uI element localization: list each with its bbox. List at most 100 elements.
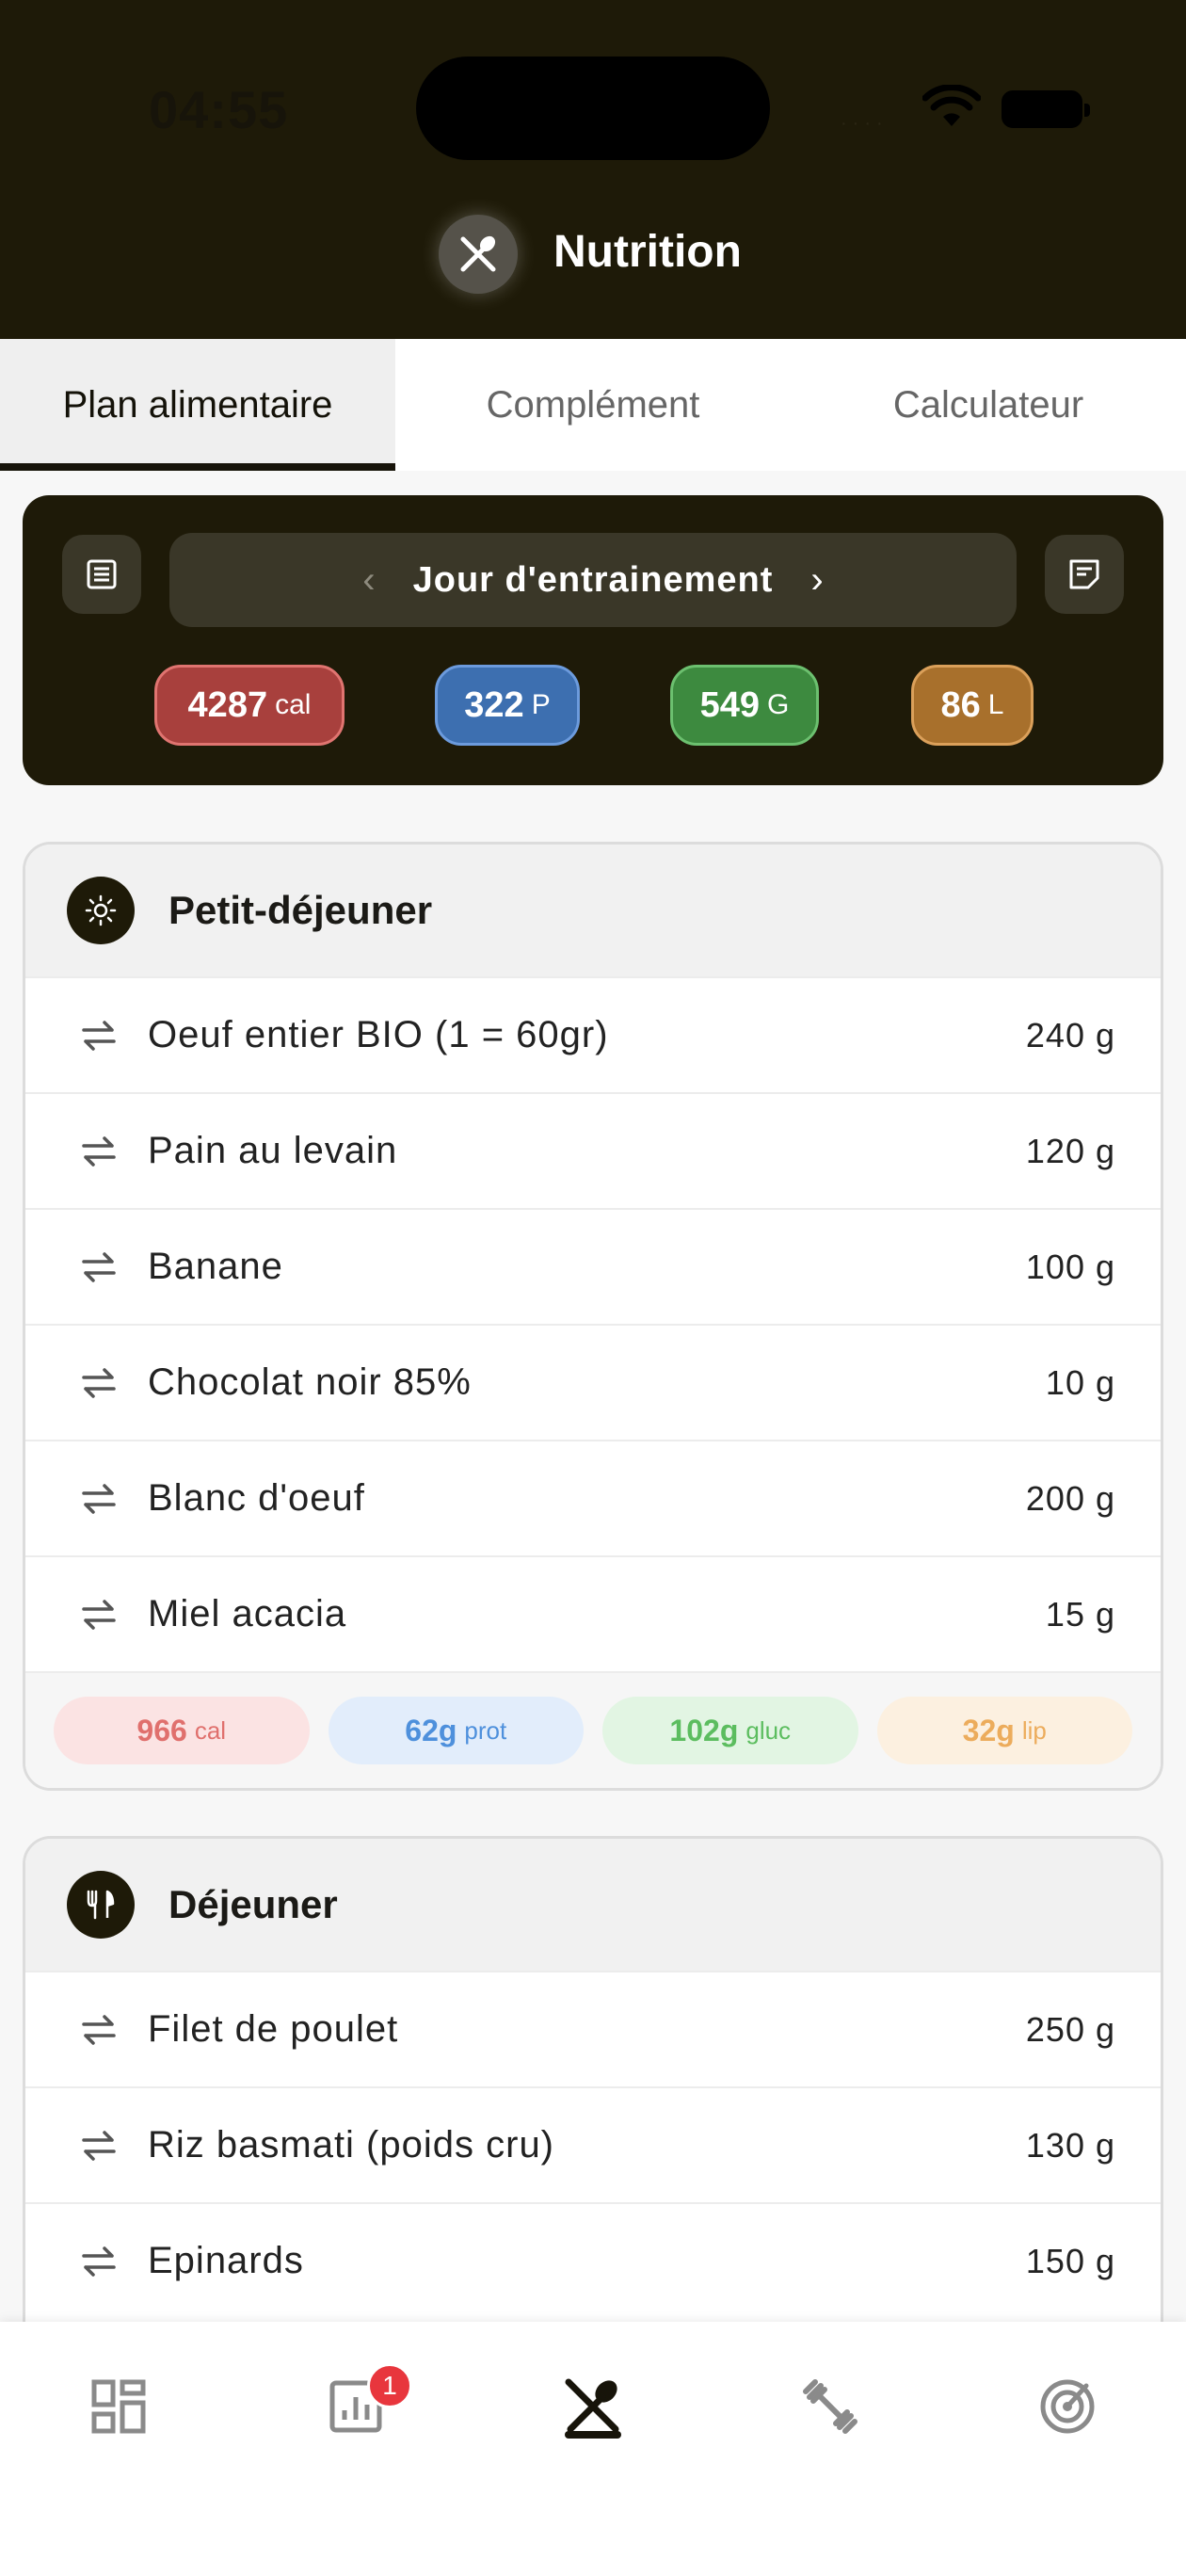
meal-calories-unit: cal — [194, 1715, 227, 1745]
battery-icon — [1002, 90, 1090, 128]
meal-carbs-unit: gluc — [745, 1715, 792, 1745]
active-nav-indicator — [565, 2431, 621, 2439]
total-carbs-value: 549 — [699, 684, 761, 725]
signal-dots: ···· — [841, 113, 889, 134]
food-quantity: 130 g — [1025, 2125, 1115, 2165]
status-time: 04:55 — [149, 80, 289, 139]
food-row[interactable]: Riz basmati (poids cru) 130 g — [25, 2086, 1161, 2202]
food-name: Chocolat noir 85% — [148, 1361, 472, 1403]
total-calories-value: 4287 — [187, 684, 268, 725]
swap-icon[interactable] — [78, 1596, 120, 1634]
food-quantity: 15 g — [1045, 1594, 1115, 1634]
food-name: Riz basmati (poids cru) — [148, 2124, 555, 2165]
dumbbell-icon — [803, 2379, 857, 2434]
notes-button[interactable] — [1045, 535, 1124, 614]
food-quantity: 100 g — [1025, 1247, 1115, 1286]
total-protein-unit: P — [531, 689, 551, 720]
tab-plan-alimentaire[interactable]: Plan alimentaire — [0, 339, 395, 471]
food-quantity: 10 g — [1045, 1362, 1115, 1402]
nutrition-icon — [439, 215, 518, 294]
tab-calculateur[interactable]: Calculateur — [791, 339, 1186, 471]
swap-icon[interactable] — [78, 1248, 120, 1286]
food-row[interactable]: Pain au levain 120 g — [25, 1092, 1161, 1208]
meal-card-breakfast: Petit-déjeuner Oeuf entier BIO (1 = 60gr… — [23, 842, 1163, 1791]
nav-training[interactable] — [783, 2359, 877, 2454]
food-name: Filet de poulet — [148, 2008, 399, 2050]
page-title: Nutrition — [553, 227, 742, 277]
meal-title: Déjeuner — [168, 1882, 338, 1926]
sun-icon — [67, 877, 135, 944]
dynamic-island — [416, 56, 770, 160]
nav-stats[interactable]: 1 — [309, 2359, 412, 2454]
food-quantity: 200 g — [1025, 1478, 1115, 1518]
food-quantity: 150 g — [1025, 2241, 1115, 2280]
total-protein-value: 322 — [464, 684, 524, 725]
meal-fat-unit: lip — [1021, 1715, 1047, 1745]
next-day-button[interactable]: › — [810, 559, 823, 602]
swap-icon[interactable] — [78, 1133, 120, 1170]
nutrition-icon — [565, 2378, 619, 2433]
day-selector[interactable]: ‹ Jour d'entrainement › — [169, 533, 1017, 627]
food-row[interactable]: Filet de poulet 250 g — [25, 1971, 1161, 2086]
dashboard-icon — [91, 2379, 146, 2434]
total-carbs-unit: G — [767, 689, 790, 720]
food-name: Miel acacia — [148, 1593, 347, 1634]
total-carbs-pill: 549 G — [670, 665, 819, 746]
nav-goals[interactable] — [1020, 2359, 1114, 2454]
wifi-icon — [922, 85, 981, 126]
meal-fat-chip: 32g lip — [876, 1697, 1132, 1764]
meal-protein-value: 62g — [405, 1713, 457, 1747]
food-quantity: 120 g — [1025, 1131, 1115, 1170]
food-row[interactable]: Chocolat noir 85% 10 g — [25, 1324, 1161, 1440]
note-icon — [1069, 559, 1099, 589]
food-quantity: 250 g — [1025, 2009, 1115, 2049]
swap-icon[interactable] — [78, 2127, 120, 2165]
meal-carbs-value: 102g — [669, 1713, 739, 1747]
meal-title: Petit-déjeuner — [168, 888, 433, 932]
food-row[interactable]: Banane 100 g — [25, 1208, 1161, 1324]
meal-calories-value: 966 — [136, 1713, 187, 1747]
total-fat-pill: 86 L — [911, 665, 1034, 746]
meal-header[interactable]: Déjeuner — [25, 1839, 1161, 1971]
food-name: Banane — [148, 1246, 283, 1287]
swap-icon[interactable] — [78, 2011, 120, 2049]
meal-protein-unit: prot — [464, 1715, 507, 1745]
meal-protein-chip: 62g prot — [328, 1697, 584, 1764]
meal-macros: 966 cal 62g prot 102g gluc 32g lip — [25, 1671, 1161, 1788]
meal-header[interactable]: Petit-déjeuner — [25, 845, 1161, 976]
tab-complement[interactable]: Complément — [395, 339, 791, 471]
food-row[interactable]: Blanc d'oeuf 200 g — [25, 1440, 1161, 1555]
utensils-icon — [67, 1871, 135, 1939]
day-label: Jour d'entrainement — [412, 559, 774, 600]
swap-icon[interactable] — [78, 1017, 120, 1055]
total-protein-pill: 322 P — [435, 665, 580, 746]
total-fat-unit: L — [987, 689, 1004, 720]
nav-nutrition[interactable] — [546, 2359, 640, 2454]
total-calories-unit: cal — [275, 689, 312, 720]
swap-icon[interactable] — [78, 2243, 120, 2280]
food-name: Oeuf entier BIO (1 = 60gr) — [148, 1014, 609, 1055]
food-name: Epinards — [148, 2240, 304, 2281]
target-icon — [1040, 2379, 1095, 2434]
list-view-button[interactable] — [62, 535, 141, 614]
meal-calories-chip: 966 cal — [54, 1697, 310, 1764]
meal-card-lunch: Déjeuner Filet de poulet 250 g Riz basma… — [23, 1836, 1163, 2363]
app-header: 04:55 ···· Nutrition — [0, 0, 1186, 339]
meal-fat-value: 32g — [962, 1713, 1015, 1747]
total-fat-value: 86 — [940, 684, 981, 725]
food-quantity: 240 g — [1025, 1015, 1115, 1055]
nav-dashboard[interactable] — [72, 2359, 166, 2454]
bottom-navigation: 1 — [0, 2322, 1186, 2576]
swap-icon[interactable] — [78, 1364, 120, 1402]
day-summary-card: ‹ Jour d'entrainement › 4287 cal 322 P 5… — [23, 495, 1163, 785]
previous-day-button[interactable]: ‹ — [362, 559, 375, 602]
food-row[interactable]: Epinards 150 g — [25, 2202, 1161, 2318]
swap-icon[interactable] — [78, 1480, 120, 1518]
food-name: Pain au levain — [148, 1130, 398, 1171]
notification-badge: 1 — [367, 2363, 412, 2408]
food-name: Blanc d'oeuf — [148, 1477, 365, 1519]
tab-bar: Plan alimentaire Complément Calculateur — [0, 339, 1186, 471]
food-row[interactable]: Oeuf entier BIO (1 = 60gr) 240 g — [25, 976, 1161, 1092]
food-row[interactable]: Miel acacia 15 g — [25, 1555, 1161, 1671]
total-calories-pill: 4287 cal — [154, 665, 345, 746]
